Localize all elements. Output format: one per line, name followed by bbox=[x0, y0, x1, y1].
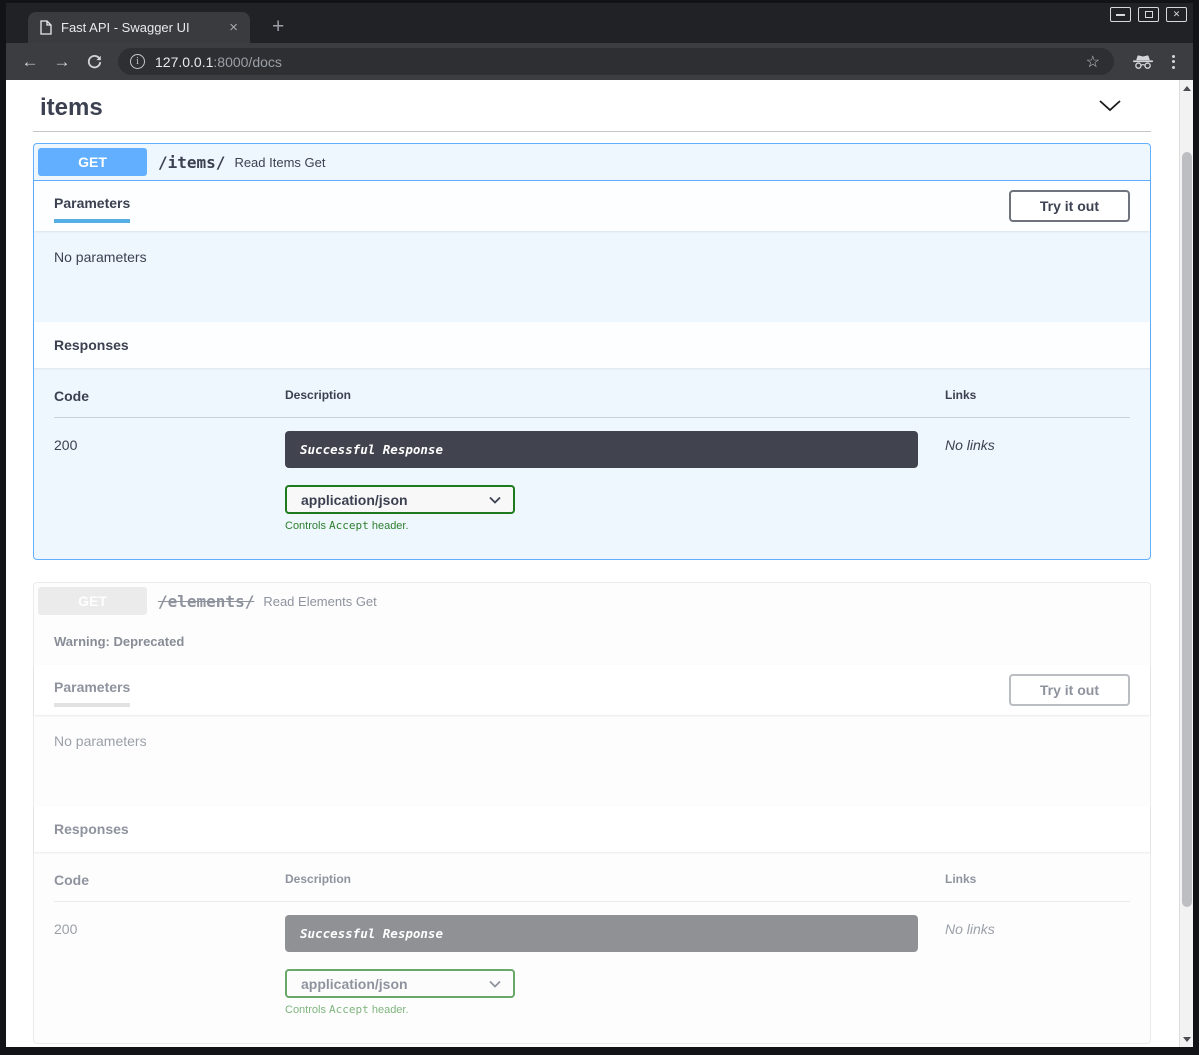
column-description: Description bbox=[285, 872, 945, 888]
media-type-select[interactable]: application/json bbox=[285, 969, 515, 998]
scroll-down-arrow-icon[interactable] bbox=[1180, 1032, 1193, 1046]
site-info-icon[interactable]: i bbox=[130, 54, 145, 69]
responses-table: Code Description Links 200 Successful Re… bbox=[34, 852, 1150, 1043]
try-it-out-button[interactable]: Try it out bbox=[1009, 674, 1130, 706]
section-divider bbox=[33, 131, 1151, 132]
parameters-tab[interactable]: Parameters bbox=[54, 189, 130, 223]
response-links: No links bbox=[945, 431, 1130, 532]
responses-table-head: Code Description Links bbox=[54, 872, 1130, 902]
column-links: Links bbox=[945, 388, 1130, 404]
bookmark-star-icon[interactable]: ☆ bbox=[1084, 52, 1102, 72]
opblock-get-elements-deprecated: GET /elements/ Read Elements Get Warning… bbox=[33, 582, 1151, 1044]
response-row: 200 Successful Response application/json… bbox=[54, 902, 1130, 1016]
endpoint-summary-row[interactable]: GET /items/ Read Items Get bbox=[34, 144, 1150, 181]
endpoint-path: /items/ bbox=[158, 153, 225, 172]
responses-table-head: Code Description Links bbox=[54, 388, 1130, 418]
column-links: Links bbox=[945, 872, 1130, 888]
page-scrollbar[interactable] bbox=[1179, 80, 1193, 1047]
select-chevron-down-icon bbox=[489, 491, 501, 509]
url-path: :8000/docs bbox=[213, 54, 282, 70]
method-badge: GET bbox=[38, 148, 147, 176]
forward-button[interactable]: → bbox=[48, 48, 76, 76]
tab-title: Fast API - Swagger UI bbox=[61, 20, 225, 35]
media-type-value: application/json bbox=[301, 976, 408, 992]
endpoint-summary: Read Elements Get bbox=[263, 594, 376, 609]
column-description: Description bbox=[285, 388, 945, 404]
parameters-header: Parameters Try it out bbox=[34, 181, 1150, 231]
column-code: Code bbox=[54, 388, 285, 404]
deprecated-warning: Warning: Deprecated bbox=[34, 621, 1150, 665]
minimize-button[interactable] bbox=[1110, 7, 1131, 22]
tab-strip: Fast API - Swagger UI × + ✕ bbox=[6, 3, 1193, 43]
url-host: 127.0.0.1 bbox=[155, 54, 213, 70]
column-code: Code bbox=[54, 872, 285, 888]
tab-close-icon[interactable]: × bbox=[225, 18, 242, 37]
method-badge: GET bbox=[38, 587, 147, 615]
accept-header-note: Controls Accept header. bbox=[285, 1003, 945, 1016]
responses-table: Code Description Links 200 Successful Re… bbox=[34, 368, 1150, 559]
response-links: No links bbox=[945, 915, 1130, 1016]
page-document-icon bbox=[40, 20, 52, 35]
scrollbar-thumb[interactable] bbox=[1182, 152, 1192, 907]
accept-header-note: Controls Accept header. bbox=[285, 519, 945, 532]
new-tab-button[interactable]: + bbox=[266, 14, 290, 39]
address-bar[interactable]: i 127.0.0.1:8000/docs ☆ bbox=[118, 48, 1114, 75]
response-code: 200 bbox=[54, 431, 285, 532]
responses-header: Responses bbox=[34, 322, 1150, 368]
try-it-out-button[interactable]: Try it out bbox=[1009, 190, 1130, 222]
response-code: 200 bbox=[54, 915, 285, 1016]
opblock-get-items: GET /items/ Read Items Get Parameters Tr… bbox=[33, 143, 1151, 560]
window-close-button[interactable]: ✕ bbox=[1166, 7, 1187, 22]
section-title: items bbox=[40, 94, 103, 122]
collapse-chevron-down-icon[interactable] bbox=[1094, 95, 1126, 121]
media-type-select[interactable]: application/json bbox=[285, 485, 515, 514]
maximize-button[interactable] bbox=[1138, 7, 1159, 22]
endpoint-summary: Read Items Get bbox=[234, 155, 325, 170]
parameters-header: Parameters Try it out bbox=[34, 665, 1150, 715]
tag-section-header: items bbox=[40, 94, 1151, 122]
no-parameters-text: No parameters bbox=[34, 715, 1150, 806]
window-controls: ✕ bbox=[1110, 7, 1187, 22]
incognito-icon bbox=[1132, 54, 1154, 70]
response-description-cell: Successful Response application/json Con… bbox=[285, 431, 945, 532]
endpoint-summary-row[interactable]: GET /elements/ Read Elements Get bbox=[34, 583, 1150, 621]
swagger-page: items GET /items/ Read Items Get Paramet… bbox=[6, 80, 1179, 1047]
select-chevron-down-icon bbox=[489, 975, 501, 993]
browser-window: Fast API - Swagger UI × + ✕ ← → i 127.0.… bbox=[0, 0, 1199, 1055]
endpoint-path: /elements/ bbox=[158, 592, 254, 611]
url-text: 127.0.0.1:8000/docs bbox=[155, 54, 1084, 70]
response-description-cell: Successful Response application/json Con… bbox=[285, 915, 945, 1016]
response-row: 200 Successful Response application/json… bbox=[54, 418, 1130, 532]
responses-header: Responses bbox=[34, 806, 1150, 852]
browser-menu-icon[interactable] bbox=[1164, 51, 1183, 73]
scroll-up-arrow-icon[interactable] bbox=[1180, 81, 1193, 95]
browser-toolbar: ← → i 127.0.0.1:8000/docs ☆ bbox=[6, 43, 1193, 80]
back-button[interactable]: ← bbox=[16, 48, 44, 76]
reload-button[interactable] bbox=[80, 48, 108, 76]
response-description-box: Successful Response bbox=[285, 431, 918, 468]
response-description-box: Successful Response bbox=[285, 915, 918, 952]
no-parameters-text: No parameters bbox=[34, 231, 1150, 322]
browser-tab[interactable]: Fast API - Swagger UI × bbox=[28, 12, 250, 43]
media-type-value: application/json bbox=[301, 492, 408, 508]
parameters-tab[interactable]: Parameters bbox=[54, 673, 130, 707]
